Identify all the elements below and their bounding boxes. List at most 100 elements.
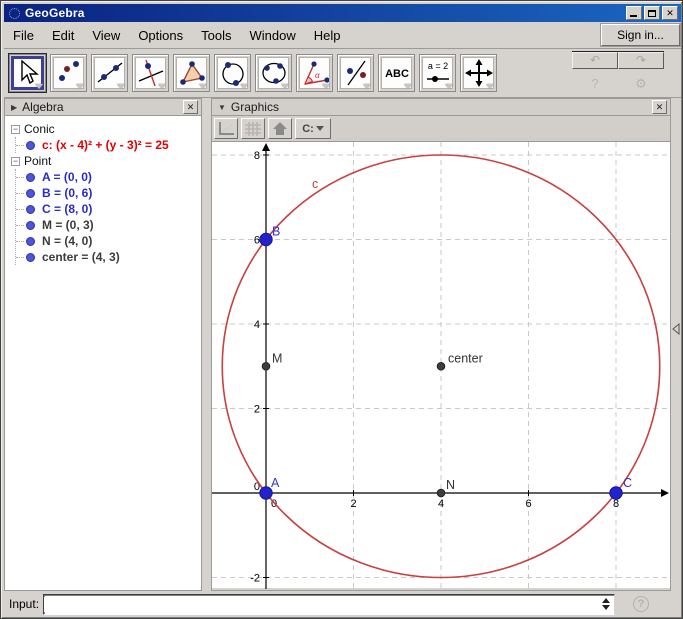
algebra-item[interactable]: M = (0, 3): [16, 217, 199, 233]
collapse-node-icon[interactable]: −: [11, 125, 20, 134]
circle-c-label: c: [312, 177, 318, 191]
algebra-item[interactable]: center = (4, 3): [16, 249, 199, 265]
point-capture-dropdown[interactable]: C:: [295, 118, 331, 139]
x-tick-label: 2: [350, 498, 356, 510]
point-B-label: B: [272, 225, 280, 239]
point-capture-label: C:: [302, 123, 314, 135]
input-help-icon[interactable]: ?: [633, 596, 649, 612]
algebra-graphics-splitter[interactable]: [202, 98, 211, 591]
line-tool[interactable]: [91, 54, 128, 92]
redo-button[interactable]: ↷: [618, 52, 664, 69]
tool-dropdown-arrow-icon[interactable]: [76, 84, 84, 89]
algebra-group-label: Point: [24, 154, 51, 168]
tool-dropdown-arrow-icon[interactable]: [240, 84, 248, 89]
input-field[interactable]: [44, 597, 600, 612]
polygon-tool[interactable]: [173, 54, 210, 92]
graphics-panel-title: Graphics: [231, 100, 279, 114]
tree-connector: [16, 145, 24, 146]
tool-dropdown-arrow-icon[interactable]: [404, 84, 412, 89]
move-view-tool[interactable]: [460, 54, 497, 92]
reflect-tool[interactable]: [337, 54, 374, 92]
algebra-item[interactable]: A = (0, 0): [16, 169, 199, 185]
grid-toggle-button[interactable]: [241, 118, 265, 139]
menu-item-view[interactable]: View: [83, 25, 129, 46]
plot-svg: 0246886420-2cABCMNcenter: [212, 142, 670, 589]
y-tick-label: 2: [254, 404, 260, 416]
maximize-button[interactable]: [644, 6, 660, 20]
visibility-marble-icon[interactable]: [26, 237, 35, 246]
settings-gear-icon[interactable]: ⚙: [618, 76, 664, 92]
collapse-node-icon[interactable]: −: [11, 157, 20, 166]
point-C[interactable]: [610, 487, 622, 499]
algebra-group-point: −Point: [7, 153, 199, 169]
help-icon[interactable]: ?: [572, 76, 618, 92]
visibility-marble-icon[interactable]: [26, 205, 35, 214]
point-B[interactable]: [260, 233, 272, 245]
algebra-collapse-icon[interactable]: ▶: [11, 103, 17, 112]
visibility-marble-icon[interactable]: [26, 189, 35, 198]
point-tool[interactable]: [50, 54, 87, 92]
tool-dropdown-arrow-icon[interactable]: [199, 84, 207, 89]
tree-connector: [16, 177, 24, 178]
standard-view-button[interactable]: [268, 118, 292, 139]
undo-button[interactable]: ↶: [572, 52, 618, 69]
y-tick-label: 4: [254, 319, 260, 331]
menu-item-window[interactable]: Window: [240, 25, 304, 46]
x-axis-arrow-icon: [661, 489, 669, 497]
algebra-item[interactable]: C = (8, 0): [16, 201, 199, 217]
algebra-item[interactable]: B = (0, 6): [16, 185, 199, 201]
axes-icon: [217, 121, 235, 137]
graphics-collapse-icon[interactable]: ▼: [218, 103, 226, 112]
tool-dropdown-arrow-icon[interactable]: [363, 84, 371, 89]
menu-item-help[interactable]: Help: [305, 25, 350, 46]
text-tool[interactable]: ABC: [378, 54, 415, 92]
close-button[interactable]: ✕: [662, 6, 678, 20]
tree-connector: [16, 193, 24, 194]
visibility-marble-icon[interactable]: [26, 253, 35, 262]
tool-dropdown-arrow-icon[interactable]: [322, 84, 330, 89]
input-history-spinner[interactable]: [600, 598, 614, 610]
conic-tool[interactable]: [255, 54, 292, 92]
y-tick-label: -2: [250, 573, 260, 585]
point-N[interactable]: [437, 489, 445, 497]
menu-item-options[interactable]: Options: [129, 25, 192, 46]
algebra-item-text: center = (4, 3): [42, 250, 120, 264]
menu-item-edit[interactable]: Edit: [43, 25, 83, 46]
graphics-close-button[interactable]: ✕: [652, 100, 667, 114]
graphics-canvas[interactable]: 0246886420-2cABCMNcenter: [212, 141, 670, 588]
algebra-item[interactable]: c: (x - 4)² + (y - 3)² = 25: [16, 137, 199, 153]
svg-text:α: α: [315, 71, 320, 80]
input-field-wrap: [43, 594, 615, 615]
home-icon: [272, 121, 288, 136]
collapse-panel-arrow-icon[interactable]: [672, 323, 681, 335]
visibility-marble-icon[interactable]: [26, 221, 35, 230]
tool-dropdown-arrow-icon[interactable]: [486, 84, 494, 89]
algebra-item-text: B = (0, 6): [42, 186, 92, 200]
right-panel-strip: [671, 98, 681, 591]
undo-redo-area: ↶ ↷ ? ⚙: [572, 52, 667, 92]
point-M[interactable]: [262, 362, 270, 370]
menu-item-tools[interactable]: Tools: [192, 25, 240, 46]
visibility-marble-icon[interactable]: [26, 173, 35, 182]
angle-tool[interactable]: α: [296, 54, 333, 92]
menu-item-file[interactable]: File: [4, 25, 43, 46]
point-center[interactable]: [437, 362, 445, 370]
circle-tool[interactable]: [214, 54, 251, 92]
perpendicular-line-tool[interactable]: [132, 54, 169, 92]
title-bar[interactable]: GeoGebra ✕: [4, 4, 681, 22]
window-title: GeoGebra: [25, 6, 85, 20]
algebra-close-button[interactable]: ✕: [183, 100, 198, 114]
tool-dropdown-arrow-icon[interactable]: [35, 84, 43, 89]
axes-toggle-button[interactable]: [214, 118, 238, 139]
algebra-item[interactable]: N = (4, 0): [16, 233, 199, 249]
slider-tool[interactable]: a = 2: [419, 54, 456, 92]
move-tool[interactable]: [9, 54, 46, 92]
x-tick-label: 6: [525, 498, 531, 510]
tool-dropdown-arrow-icon[interactable]: [117, 84, 125, 89]
minimize-button[interactable]: [626, 6, 642, 20]
tool-dropdown-arrow-icon[interactable]: [281, 84, 289, 89]
tool-dropdown-arrow-icon[interactable]: [158, 84, 166, 89]
tool-dropdown-arrow-icon[interactable]: [445, 84, 453, 89]
visibility-marble-icon[interactable]: [26, 141, 35, 150]
sign-in-button[interactable]: Sign in...: [601, 24, 680, 46]
